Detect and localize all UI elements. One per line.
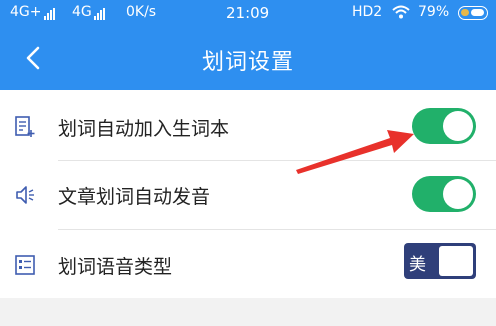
hd-label: HD2	[352, 4, 383, 20]
auto-add-wordbook-toggle[interactable]	[412, 108, 476, 144]
setting-label: 划词自动加入生词本	[58, 118, 230, 140]
setting-auto-pronounce[interactable]: 文章划词自动发音	[0, 161, 496, 229]
app-bar: 划词设置	[0, 26, 496, 90]
network-speed: 0K/s	[126, 4, 157, 20]
page-title: 划词设置	[201, 50, 294, 75]
toggle-knob	[443, 179, 473, 209]
selector-knob	[439, 246, 473, 276]
speaker-icon	[16, 186, 34, 204]
toggle-knob	[443, 111, 473, 141]
battery-percent: 79%	[418, 4, 450, 20]
setting-auto-add-wordbook[interactable]: 划词自动加入生词本	[0, 92, 496, 160]
voice-type-value: 美	[409, 255, 426, 275]
setting-label: 文章划词自动发音	[58, 186, 211, 208]
auto-pronounce-toggle[interactable]	[412, 176, 476, 212]
network-label-2: 4G	[72, 4, 105, 20]
settings-list: 划词自动加入生词本 文章划词自动发音 划词语音类型 美	[0, 90, 496, 298]
annotation-arrow	[296, 130, 414, 174]
setting-label: 划词语音类型	[58, 256, 173, 278]
network-label-1: 4G+	[10, 4, 55, 20]
voice-type-selector[interactable]: 美	[404, 243, 476, 279]
battery-icon	[458, 6, 488, 20]
signal-icon	[93, 8, 106, 24]
add-note-icon	[15, 116, 35, 137]
clock: 21:09	[226, 4, 270, 22]
list-icon	[15, 255, 35, 275]
signal-icon	[43, 8, 56, 24]
wifi-icon	[392, 5, 410, 19]
status-bar: 4G+ 4G 0K/s 21:09 HD2 79%	[0, 0, 496, 26]
